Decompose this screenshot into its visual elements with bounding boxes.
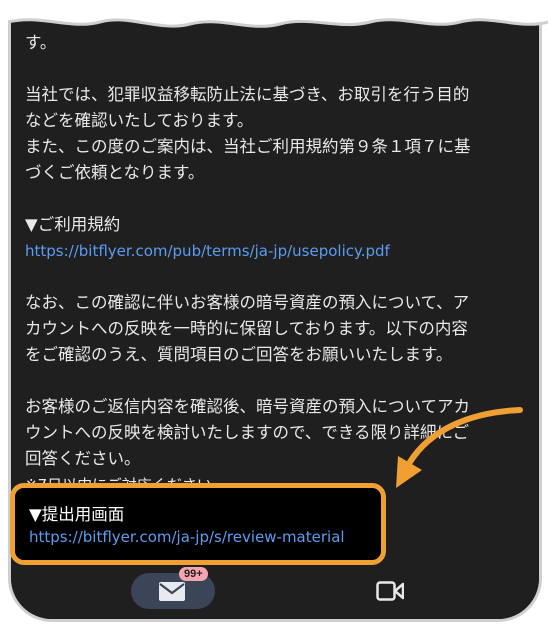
terms-heading: ▼ご利用規約 — [25, 215, 121, 234]
terms-link[interactable]: https://bitflyer.com/pub/terms/ja-jp/use… — [25, 238, 525, 264]
unread-badge: 99+ — [179, 567, 208, 581]
text-line: づくご依頼となります。 — [25, 163, 205, 182]
bottom-navigation: 99+ — [11, 559, 539, 619]
torn-edge-decoration — [0, 0, 550, 28]
video-icon[interactable] — [376, 581, 405, 605]
mail-icon — [159, 582, 185, 605]
submit-heading: ▼提出用画面 — [29, 505, 125, 524]
annotation-arrow-icon — [396, 407, 523, 488]
paragraph-2: なお、この確認に伴いお客様の暗号資産の預入について、ア カウントへの反映を一時的… — [25, 290, 525, 368]
text-line: また、この度のご案内は、当社ご利用規約第９条１項７に基 — [25, 137, 471, 156]
text-line: なお、この確認に伴いお客様の暗号資産の預入について、ア — [25, 293, 470, 312]
text-line: をご確認のうえ、質問項目のご回答をお願いいたします。 — [25, 345, 453, 364]
text-line: 当社では、犯罪収益移転防止法に基づき、お取引を行う目的 — [25, 85, 470, 104]
text-line: などを確認いたしております。 — [25, 111, 254, 130]
submit-link[interactable]: https://bitflyer.com/ja-jp/s/review-mate… — [29, 526, 345, 548]
mail-tab[interactable]: 99+ — [131, 567, 215, 609]
submit-highlight-box: ▼提出用画面 https://bitflyer.com/ja-jp/s/revi… — [10, 483, 386, 565]
paragraph-1: 当社では、犯罪収益移転防止法に基づき、お取引を行う目的 などを確認いたしておりま… — [25, 82, 525, 186]
text-line: カウントへの反映を一時的に保留しております。以下の内容 — [25, 319, 468, 338]
terms-section: ▼ご利用規約 https://bitflyer.com/pub/terms/ja… — [25, 212, 525, 264]
